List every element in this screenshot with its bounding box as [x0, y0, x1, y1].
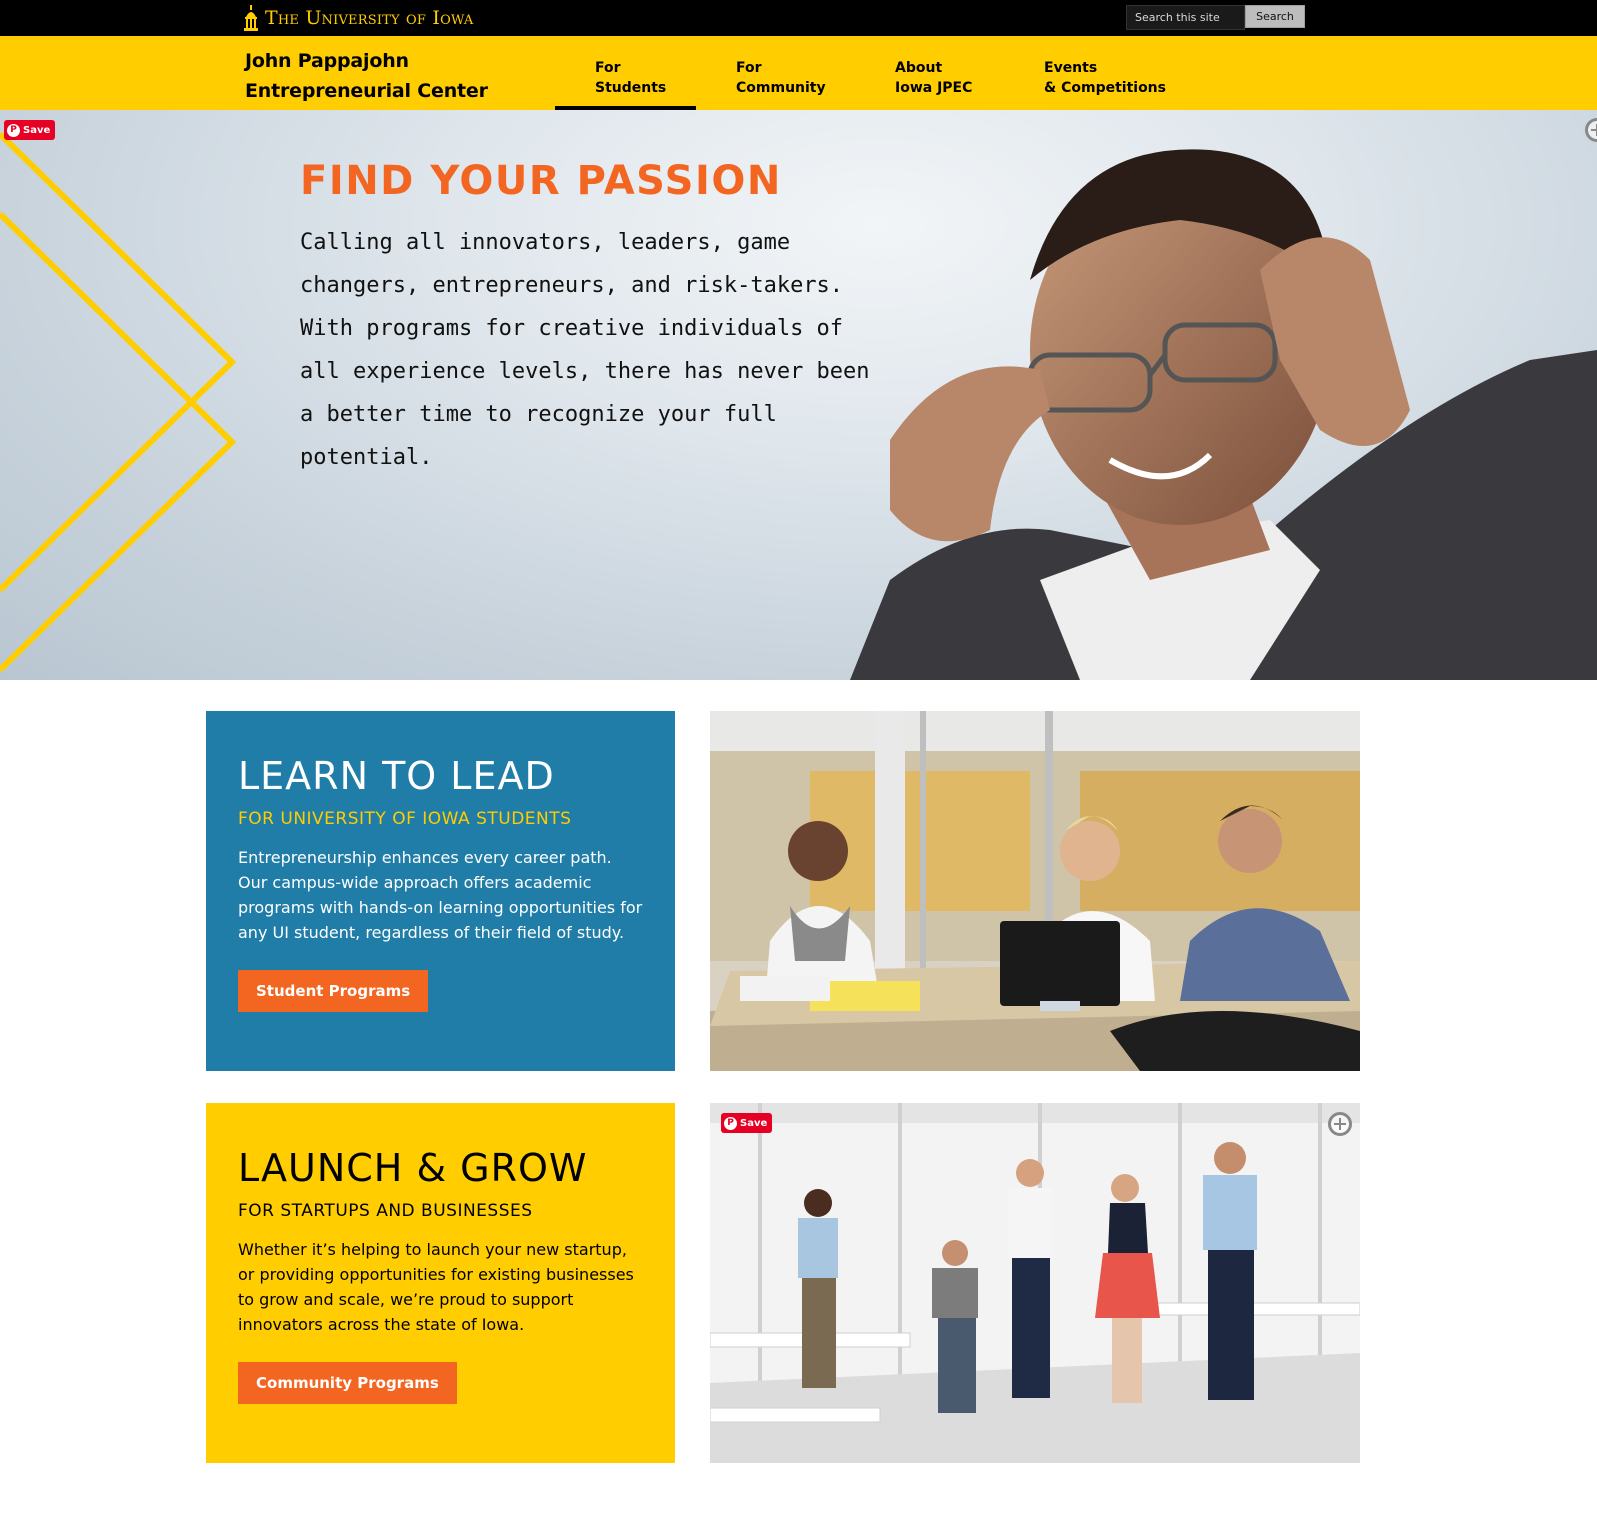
community-programs-button[interactable]: Community Programs [238, 1362, 457, 1404]
university-wordmark: The University of Iowa [265, 7, 474, 29]
nav-for-community[interactable]: For Community [736, 36, 826, 110]
nav-label-line1: For [595, 60, 621, 76]
hero-photo-student-glasses [850, 149, 1597, 680]
nav-label-line1: Events [1044, 60, 1098, 76]
nav-label-line1: About [895, 60, 943, 76]
pinterest-save-button[interactable]: P Save [721, 1113, 773, 1133]
hero-banner: FIND YOUR PASSION Calling all innovators… [0, 110, 1597, 680]
old-capitol-dome-icon [244, 5, 258, 31]
card-subtitle: FOR UNIVERSITY OF IOWA STUDENTS [238, 809, 572, 829]
photo-team-group: P Save [710, 1103, 1360, 1463]
nav-label-line2: Community [736, 80, 826, 96]
nav-about-jpec[interactable]: About Iowa JPEC [895, 36, 972, 110]
pinterest-save-label: Save [740, 1117, 768, 1129]
team-photo-illustration [710, 1103, 1360, 1463]
nav-for-students[interactable]: For Students [554, 36, 697, 110]
site-title-line2: Entrepreneurial Center [245, 80, 488, 102]
card-title: LAUNCH & GROW [238, 1146, 588, 1190]
site-title-line1: John Pappajohn [245, 50, 409, 72]
card-text: Whether it’s helping to launch your new … [238, 1240, 634, 1334]
student-programs-button[interactable]: Student Programs [238, 970, 429, 1012]
photo-students-meeting [710, 711, 1360, 1071]
hero-chevron-lines [0, 131, 237, 673]
nav-label-line1: For [736, 60, 762, 76]
search-input[interactable] [1126, 5, 1245, 30]
expand-icon[interactable] [1328, 1112, 1352, 1136]
pinterest-icon: P [724, 1116, 737, 1130]
site-search: Search [1126, 5, 1305, 30]
nav-label-line2: & Competitions [1044, 80, 1166, 96]
card-subtitle: FOR STARTUPS AND BUSINESSES [238, 1201, 533, 1221]
main-nav: John Pappajohn Entrepreneurial Center Fo… [0, 36, 1597, 110]
pinterest-save-label: Save [23, 124, 51, 136]
pinterest-save-button[interactable]: P Save [4, 120, 56, 140]
nav-events-competitions[interactable]: Events & Competitions [1044, 36, 1166, 110]
university-logo[interactable]: The University of Iowa [243, 4, 473, 32]
hero-title: FIND YOUR PASSION [300, 158, 782, 204]
pinterest-icon: P [7, 123, 20, 137]
nav-label-line2: Students [595, 80, 667, 96]
search-button[interactable]: Search [1245, 5, 1305, 28]
site-title[interactable]: John Pappajohn Entrepreneurial Center [245, 46, 488, 106]
top-bar: The University of Iowa Search [0, 0, 1597, 36]
launch-and-grow-card: LAUNCH & GROW FOR STARTUPS AND BUSINESSE… [206, 1103, 675, 1463]
nav-label-line2: Iowa JPEC [895, 80, 973, 96]
hero-text: Calling all innovators, leaders, game ch… [300, 230, 870, 470]
learn-to-lead-card: LEARN TO LEAD FOR UNIVERSITY OF IOWA STU… [206, 711, 675, 1071]
card-title: LEARN TO LEAD [238, 754, 555, 798]
meeting-photo-illustration [710, 711, 1360, 1071]
card-text: Entrepreneurship enhances every career p… [238, 848, 643, 942]
